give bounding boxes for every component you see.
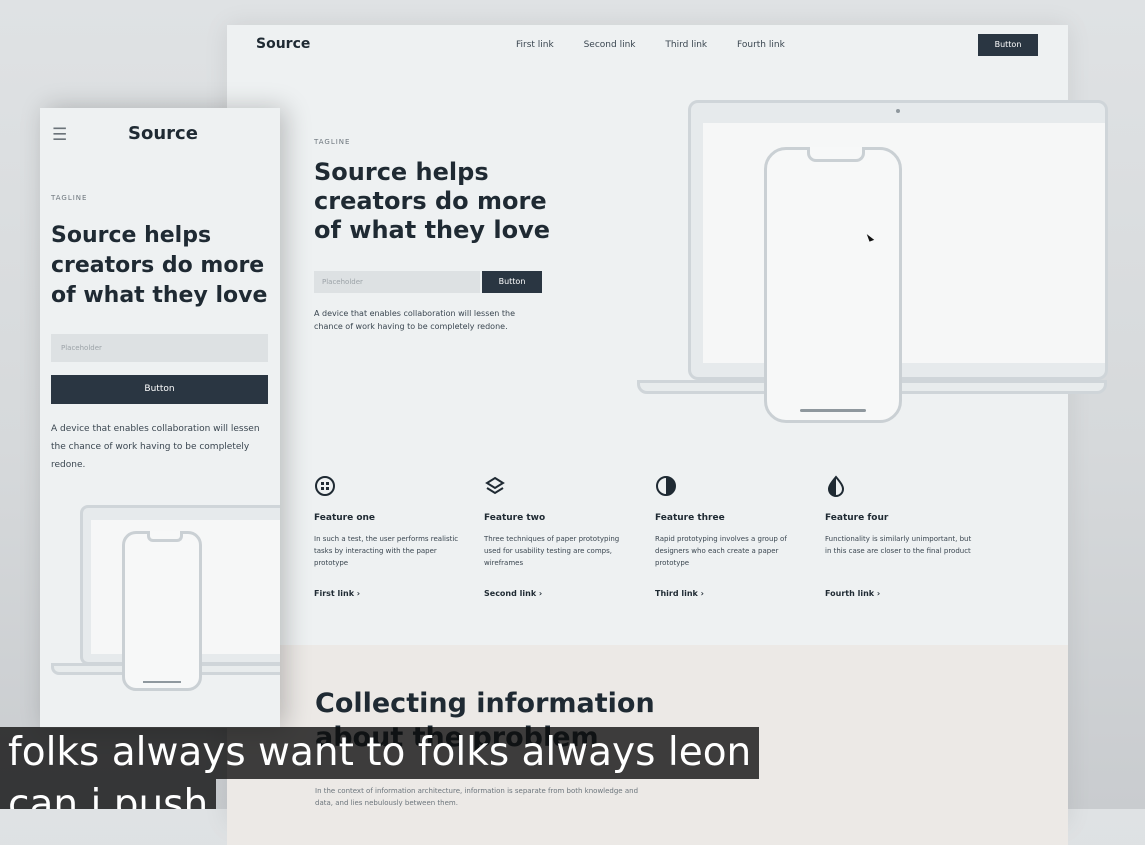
- subtitle-line-1: folks always want to folks always leon: [0, 727, 760, 779]
- desktop-nav-links: First link Second link Third link Fourth…: [516, 40, 812, 50]
- hero-description: A device that enables collaboration will…: [314, 309, 516, 331]
- feature-description: Rapid prototyping involves a group of de…: [655, 535, 787, 567]
- subtitle-line-2: can i push: [0, 779, 217, 809]
- mobile-description: A device that enables collaboration will…: [51, 424, 260, 470]
- nav-button[interactable]: Button: [978, 34, 1038, 56]
- feature-link[interactable]: Third link ›: [655, 589, 704, 598]
- feature-four: Feature four Functionality is similarly …: [825, 475, 985, 598]
- feature-title: Feature two: [484, 513, 546, 523]
- mobile-button[interactable]: Button: [51, 375, 268, 404]
- feature-description: Functionality is similarly unimportant, …: [825, 535, 972, 555]
- feature-description: In such a test, the user performs realis…: [314, 535, 459, 567]
- mobile-tagline: TAGLINE: [51, 194, 88, 202]
- hero-email-input[interactable]: Placeholder: [314, 271, 480, 293]
- feature-description: Three techniques of paper prototyping us…: [484, 535, 620, 567]
- hero-headline: Source helps creators do more of what th…: [314, 158, 551, 244]
- phone-illustration: [764, 147, 902, 423]
- nav-link-fourth[interactable]: Fourth link: [737, 40, 785, 50]
- feature-link[interactable]: First link ›: [314, 589, 360, 598]
- nav-link-first[interactable]: First link: [516, 40, 554, 50]
- feature-two: Feature two Three techniques of paper pr…: [484, 475, 644, 598]
- mobile-phone-notch: [147, 531, 183, 542]
- desktop-nav: Source First link Second link Third link…: [227, 25, 1068, 69]
- feature-link[interactable]: Fourth link ›: [825, 589, 880, 598]
- hero-submit-button[interactable]: Button: [482, 271, 542, 293]
- feature-link[interactable]: Second link ›: [484, 589, 542, 598]
- features-row: Feature one In such a test, the user per…: [314, 475, 1014, 615]
- mobile-phone-home-bar: [143, 681, 181, 683]
- feature-title: Feature one: [314, 513, 376, 523]
- nav-link-second[interactable]: Second link: [584, 40, 636, 50]
- mobile-input[interactable]: Placeholder: [51, 334, 268, 362]
- half-circle-icon: [656, 476, 676, 496]
- feature-three: Feature three Rapid prototyping involves…: [655, 475, 815, 598]
- feature-title: Feature three: [655, 513, 725, 523]
- desktop-mockup: Source First link Second link Third link…: [227, 25, 1108, 845]
- phone-notch: [807, 147, 865, 162]
- hamburger-menu-icon[interactable]: ☰: [52, 125, 67, 145]
- nav-link-third[interactable]: Third link: [665, 40, 707, 50]
- section-subtitle: In the context of information architectu…: [315, 787, 639, 807]
- grid-circle-icon: [315, 476, 335, 496]
- mobile-headline: Source helps creators do more of what th…: [51, 223, 268, 308]
- hero-tagline: TAGLINE: [314, 138, 351, 146]
- mobile-logo[interactable]: Source: [128, 123, 198, 144]
- drop-half-icon: [827, 475, 845, 497]
- feature-one: Feature one In such a test, the user per…: [314, 475, 474, 598]
- layers-icon: [485, 476, 505, 495]
- laptop-camera: [896, 109, 900, 113]
- phone-home-bar: [800, 409, 866, 412]
- desktop-logo[interactable]: Source: [256, 36, 310, 52]
- mobile-phone-illustration: [122, 531, 202, 691]
- feature-title: Feature four: [825, 513, 889, 523]
- mobile-mockup: ☰ Source TAGLINE Source helps creators d…: [40, 108, 280, 728]
